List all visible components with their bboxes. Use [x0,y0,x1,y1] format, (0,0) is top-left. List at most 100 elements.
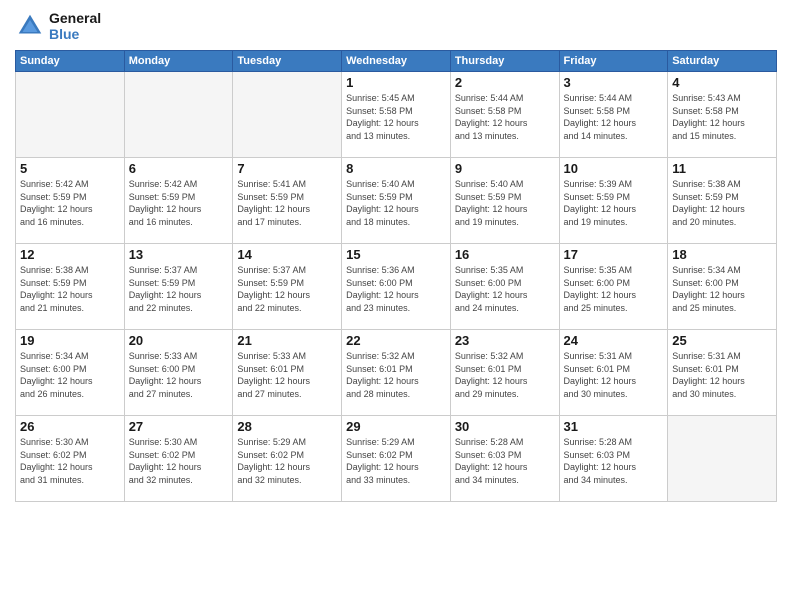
day-number: 20 [129,333,229,348]
day-info: Sunrise: 5:40 AM Sunset: 5:59 PM Dayligh… [455,178,555,228]
day-info: Sunrise: 5:41 AM Sunset: 5:59 PM Dayligh… [237,178,337,228]
day-info: Sunrise: 5:36 AM Sunset: 6:00 PM Dayligh… [346,264,446,314]
day-info: Sunrise: 5:38 AM Sunset: 5:59 PM Dayligh… [20,264,120,314]
weekday-monday: Monday [124,51,233,72]
day-info: Sunrise: 5:32 AM Sunset: 6:01 PM Dayligh… [455,350,555,400]
week-row-0: 1 Sunrise: 5:45 AM Sunset: 5:58 PM Daylig… [16,72,777,158]
day-number: 4 [672,75,772,90]
day-6: 6 Sunrise: 5:42 AM Sunset: 5:59 PM Daylig… [124,158,233,244]
day-23: 23 Sunrise: 5:32 AM Sunset: 6:01 PM Dayli… [450,330,559,416]
day-24: 24 Sunrise: 5:31 AM Sunset: 6:01 PM Dayli… [559,330,668,416]
day-number: 19 [20,333,120,348]
empty-cell [233,72,342,158]
day-17: 17Sunrise: 5:35 AM Sunset: 6:00 PM Dayli… [559,244,668,330]
day-18: 18 Sunrise: 5:34 AM Sunset: 6:00 PM Dayli… [668,244,777,330]
empty-cell [668,416,777,502]
day-22: 22 Sunrise: 5:32 AM Sunset: 6:01 PM Dayli… [342,330,451,416]
day-info: Sunrise: 5:44 AM Sunset: 5:58 PM Dayligh… [564,92,664,142]
day-info: Sunrise: 5:34 AM Sunset: 6:00 PM Dayligh… [672,264,772,314]
day-info: Sunrise: 5:33 AM Sunset: 6:00 PM Dayligh… [129,350,229,400]
week-row-4: 26Sunrise: 5:30 AM Sunset: 6:02 PM Dayli… [16,416,777,502]
day-info: Sunrise: 5:42 AM Sunset: 5:59 PM Dayligh… [129,178,229,228]
day-info: Sunrise: 5:40 AM Sunset: 5:59 PM Dayligh… [346,178,446,228]
day-11: 11Sunrise: 5:38 AM Sunset: 5:59 PM Dayli… [668,158,777,244]
day-20: 20 Sunrise: 5:33 AM Sunset: 6:00 PM Dayli… [124,330,233,416]
day-info: Sunrise: 5:32 AM Sunset: 6:01 PM Dayligh… [346,350,446,400]
day-21: 21 Sunrise: 5:33 AM Sunset: 6:01 PM Dayli… [233,330,342,416]
weekday-header-row: SundayMondayTuesdayWednesdayThursdayFrid… [16,51,777,72]
day-number: 15 [346,247,446,262]
weekday-thursday: Thursday [450,51,559,72]
day-info: Sunrise: 5:29 AM Sunset: 6:02 PM Dayligh… [237,436,337,486]
day-number: 25 [672,333,772,348]
day-29: 29 Sunrise: 5:29 AM Sunset: 6:02 PM Dayli… [342,416,451,502]
day-info: Sunrise: 5:29 AM Sunset: 6:02 PM Dayligh… [346,436,446,486]
day-number: 21 [237,333,337,348]
day-9: 9 Sunrise: 5:40 AM Sunset: 5:59 PM Daylig… [450,158,559,244]
day-4: 4 Sunrise: 5:43 AM Sunset: 5:58 PM Daylig… [668,72,777,158]
day-info: Sunrise: 5:44 AM Sunset: 5:58 PM Dayligh… [455,92,555,142]
day-number: 8 [346,161,446,176]
logo: General Blue [15,10,101,42]
day-info: Sunrise: 5:45 AM Sunset: 5:58 PM Dayligh… [346,92,446,142]
day-info: Sunrise: 5:37 AM Sunset: 5:59 PM Dayligh… [129,264,229,314]
weekday-wednesday: Wednesday [342,51,451,72]
day-15: 15 Sunrise: 5:36 AM Sunset: 6:00 PM Dayli… [342,244,451,330]
day-number: 12 [20,247,120,262]
day-10: 10Sunrise: 5:39 AM Sunset: 5:59 PM Dayli… [559,158,668,244]
day-number: 24 [564,333,664,348]
day-25: 25 Sunrise: 5:31 AM Sunset: 6:01 PM Dayli… [668,330,777,416]
weekday-sunday: Sunday [16,51,125,72]
day-1: 1 Sunrise: 5:45 AM Sunset: 5:58 PM Daylig… [342,72,451,158]
day-info: Sunrise: 5:30 AM Sunset: 6:02 PM Dayligh… [129,436,229,486]
day-info: Sunrise: 5:43 AM Sunset: 5:58 PM Dayligh… [672,92,772,142]
day-number: 30 [455,419,555,434]
day-number: 6 [129,161,229,176]
day-number: 23 [455,333,555,348]
weekday-saturday: Saturday [668,51,777,72]
day-info: Sunrise: 5:35 AM Sunset: 6:00 PM Dayligh… [455,264,555,314]
day-26: 26Sunrise: 5:30 AM Sunset: 6:02 PM Dayli… [16,416,125,502]
day-info: Sunrise: 5:31 AM Sunset: 6:01 PM Dayligh… [564,350,664,400]
day-14: 14Sunrise: 5:37 AM Sunset: 5:59 PM Dayli… [233,244,342,330]
day-number: 2 [455,75,555,90]
day-8: 8 Sunrise: 5:40 AM Sunset: 5:59 PM Daylig… [342,158,451,244]
day-info: Sunrise: 5:33 AM Sunset: 6:01 PM Dayligh… [237,350,337,400]
day-number: 5 [20,161,120,176]
header: General Blue [15,10,777,42]
logo-text: General Blue [49,10,101,42]
day-info: Sunrise: 5:42 AM Sunset: 5:59 PM Dayligh… [20,178,120,228]
day-number: 7 [237,161,337,176]
empty-cell [124,72,233,158]
day-16: 16 Sunrise: 5:35 AM Sunset: 6:00 PM Dayli… [450,244,559,330]
day-3: 3 Sunrise: 5:44 AM Sunset: 5:58 PM Daylig… [559,72,668,158]
week-row-3: 19Sunrise: 5:34 AM Sunset: 6:00 PM Dayli… [16,330,777,416]
day-12: 12 Sunrise: 5:38 AM Sunset: 5:59 PM Dayli… [16,244,125,330]
day-28: 28Sunrise: 5:29 AM Sunset: 6:02 PM Dayli… [233,416,342,502]
day-info: Sunrise: 5:28 AM Sunset: 6:03 PM Dayligh… [564,436,664,486]
day-number: 27 [129,419,229,434]
day-number: 17 [564,247,664,262]
day-19: 19Sunrise: 5:34 AM Sunset: 6:00 PM Dayli… [16,330,125,416]
day-2: 2 Sunrise: 5:44 AM Sunset: 5:58 PM Daylig… [450,72,559,158]
day-number: 3 [564,75,664,90]
calendar: SundayMondayTuesdayWednesdayThursdayFrid… [15,50,777,502]
day-info: Sunrise: 5:31 AM Sunset: 6:01 PM Dayligh… [672,350,772,400]
day-30: 30 Sunrise: 5:28 AM Sunset: 6:03 PM Dayli… [450,416,559,502]
day-info: Sunrise: 5:39 AM Sunset: 5:59 PM Dayligh… [564,178,664,228]
weekday-tuesday: Tuesday [233,51,342,72]
day-number: 11 [672,161,772,176]
day-number: 18 [672,247,772,262]
day-number: 22 [346,333,446,348]
day-7: 7 Sunrise: 5:41 AM Sunset: 5:59 PM Daylig… [233,158,342,244]
day-info: Sunrise: 5:28 AM Sunset: 6:03 PM Dayligh… [455,436,555,486]
day-number: 14 [237,247,337,262]
day-number: 29 [346,419,446,434]
weekday-friday: Friday [559,51,668,72]
day-number: 9 [455,161,555,176]
day-31: 31Sunrise: 5:28 AM Sunset: 6:03 PM Dayli… [559,416,668,502]
day-number: 1 [346,75,446,90]
day-13: 13 Sunrise: 5:37 AM Sunset: 5:59 PM Dayli… [124,244,233,330]
day-number: 13 [129,247,229,262]
day-number: 16 [455,247,555,262]
